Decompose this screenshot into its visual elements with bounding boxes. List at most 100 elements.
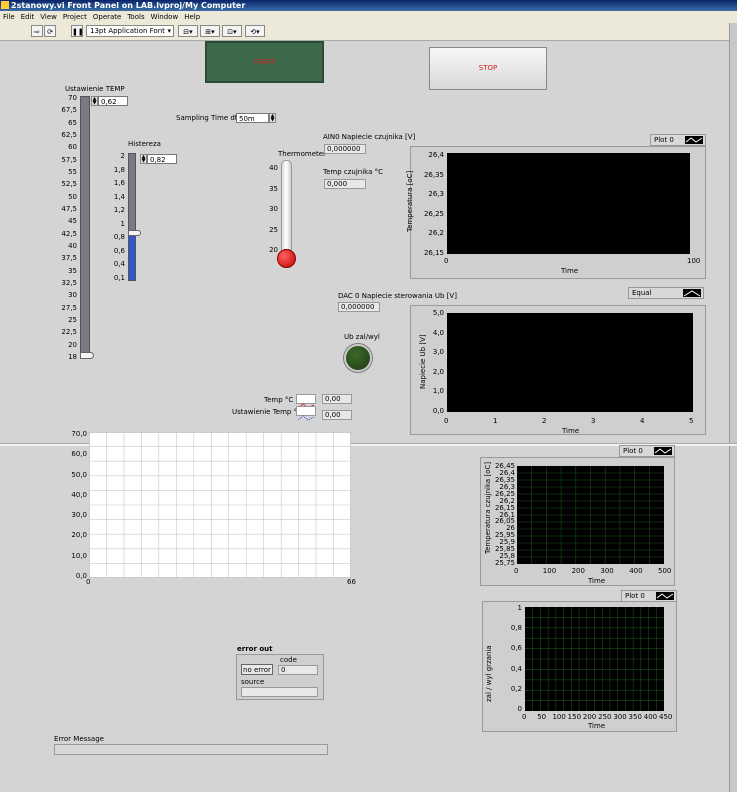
- chart-heat-xlabel: Time: [588, 722, 606, 730]
- hysteresis-scale-tick: 1,4: [113, 192, 125, 201]
- hysteresis-thumb[interactable]: [128, 229, 141, 236]
- menu-edit[interactable]: Edit: [21, 13, 35, 21]
- temp-scale-tick: 20: [68, 340, 77, 349]
- chart-ub-xtick: 0: [444, 417, 449, 425]
- thermometer-scale-tick: 40: [269, 164, 278, 172]
- hysteresis-scale-tick: 1: [120, 219, 125, 228]
- menu-bar: File Edit View Project Operate Tools Window Hel…: [0, 11, 737, 23]
- window-title: 2stanowy.vi Front Panel on LAB.lvproj/My…: [11, 1, 246, 10]
- temp-scale-tick: 32,5: [61, 279, 77, 287]
- right-scroll-strip[interactable]: [729, 23, 737, 792]
- window-title-bar: 2stanowy.vi Front Panel on LAB.lvproj/My…: [0, 0, 737, 11]
- chart-heat-xtick: 200: [582, 713, 597, 721]
- legend-temp-label: Temp °C: [264, 396, 294, 404]
- chart-sensor-legend[interactable]: Plot 0: [619, 445, 675, 457]
- temp-scale-tick: 52,5: [61, 180, 77, 189]
- temp-setpoint-slider[interactable]: [80, 96, 90, 358]
- align-objects-icon[interactable]: ⊟▾: [178, 25, 198, 37]
- hysteresis-scale-tick: 0,1: [113, 274, 125, 282]
- hysteresis-scale-tick: 0,6: [113, 246, 125, 255]
- distribute-objects-icon[interactable]: ⊞▾: [200, 25, 220, 37]
- temp-scale-tick: 37,5: [61, 254, 77, 263]
- chart-temp-ytick: 26,4: [428, 151, 444, 159]
- stop-button[interactable]: STOP: [429, 47, 547, 90]
- reorder-icon[interactable]: ⟲▾: [245, 25, 265, 37]
- chart-heat-xtick: 150: [567, 713, 582, 721]
- chart-ub-xlabel: Time: [562, 427, 580, 435]
- chart-white-plot-area[interactable]: [89, 432, 351, 578]
- chart-heat-xtick: 50: [537, 713, 547, 721]
- hysteresis-spinner[interactable]: ▲ ▼: [140, 154, 147, 164]
- temp-sensor-label: Temp czujnika °C: [323, 168, 383, 176]
- menu-project[interactable]: Project: [63, 13, 87, 21]
- chart-sensor-plot-area[interactable]: [517, 466, 664, 564]
- chart-heat-xtick: 400: [643, 713, 658, 721]
- chart-ub-ytick: 1,0: [432, 387, 444, 396]
- dac-label: DAC 0 Napiecie sterowania Ub [V]: [338, 292, 457, 300]
- ain0-label: AIN0 Napiecie czujnika [V]: [323, 133, 416, 141]
- chart-white-ytick: 30,0: [71, 511, 87, 520]
- chart-sensor-xtick: 500: [658, 567, 672, 575]
- menu-tools[interactable]: Tools: [127, 13, 144, 21]
- thermometer-bulb: [277, 249, 296, 268]
- temp-scale-tick: 22,5: [61, 328, 77, 337]
- chart-ub-xtick: 5: [689, 417, 694, 425]
- chart-ub-ytick: 3,0: [432, 348, 444, 357]
- hysteresis-input[interactable]: 0,82: [147, 154, 177, 164]
- chart-heat-xtick: 350: [628, 713, 642, 721]
- font-selector[interactable]: 13pt Application Font ▾: [86, 25, 174, 37]
- error-out-title: error out: [237, 645, 273, 653]
- legend-set-swatch-icon: [296, 406, 316, 421]
- temp-scale-tick: 45: [68, 217, 77, 226]
- error-code-label: code: [280, 656, 297, 664]
- temp-setpoint-input[interactable]: 0,62: [98, 96, 128, 106]
- ub-led[interactable]: [344, 344, 372, 372]
- chart-temp-plot-area[interactable]: [447, 153, 690, 254]
- menu-help[interactable]: Help: [184, 13, 200, 21]
- sampling-time-spinner[interactable]: ▲ ▼: [269, 113, 276, 123]
- chart-white-ytick: 10,0: [71, 551, 87, 560]
- chart-heat-ytick: 0,4: [510, 664, 522, 673]
- thermometer-scale-tick: 35: [269, 184, 278, 193]
- temp-scale-tick: 57,5: [61, 155, 77, 164]
- menu-window[interactable]: Window: [151, 13, 179, 21]
- temp-setpoint-spinner[interactable]: ▲ ▼: [91, 96, 98, 106]
- chart-heat-ylabel: zal / wyl grzania: [485, 645, 493, 702]
- run-arrow-icon[interactable]: ⇨: [31, 25, 43, 37]
- chart-ub-xtick: 3: [591, 417, 596, 425]
- chart-ub-ylabel: Napiecie Ub [V]: [419, 334, 427, 389]
- temp-sensor-indicator: 0,000: [324, 179, 366, 189]
- hysteresis-scale-tick: 1,8: [113, 165, 125, 174]
- chart-ub-plot-area[interactable]: [447, 313, 693, 412]
- chart-sensor-xtick: 400: [629, 567, 643, 575]
- pause-icon[interactable]: ❚❚: [71, 25, 84, 37]
- temp-scale-tick: 50: [68, 192, 77, 201]
- chart-ub-legend[interactable]: Equal: [628, 287, 704, 299]
- menu-view[interactable]: View: [40, 13, 57, 21]
- chart-heat-ytick: 1: [517, 604, 522, 612]
- chart-white-ytick: 60,0: [71, 450, 87, 459]
- error-message-label: Error Message: [54, 735, 104, 743]
- error-status-indicator: no error: [241, 664, 273, 675]
- chart-sensor-ylabel: Temperatura czujnika [oC]: [484, 461, 492, 554]
- temp-scale-tick: 47,5: [61, 205, 77, 213]
- resize-objects-icon[interactable]: ⊡▾: [222, 25, 242, 37]
- temp-setpoint-thumb[interactable]: [80, 352, 94, 359]
- error-source-label: source: [241, 678, 265, 686]
- chart-heat-ytick: 0: [517, 705, 522, 713]
- thermometer-scale-tick: 25: [269, 225, 278, 234]
- run-continuously-icon[interactable]: ⟳: [44, 25, 56, 37]
- start-button[interactable]: START: [205, 41, 324, 83]
- ain0-indicator: 0,000000: [324, 144, 366, 154]
- chart-heat-plot-area[interactable]: [525, 607, 664, 711]
- labview-vi-icon: [1, 1, 9, 9]
- menu-operate[interactable]: Operate: [93, 13, 121, 21]
- chart-ub-ytick: 2,0: [432, 367, 444, 376]
- chart-heat-xtick: 250: [598, 713, 612, 721]
- chart-ub-ytick: 0,0: [432, 407, 444, 415]
- thermometer-scale-tick: 30: [269, 205, 278, 213]
- chart-temp-xtick: 100: [687, 257, 701, 265]
- sampling-time-input[interactable]: 50m: [236, 113, 269, 123]
- chart-temp-legend[interactable]: Plot 0: [650, 134, 706, 146]
- menu-file[interactable]: File: [3, 13, 15, 21]
